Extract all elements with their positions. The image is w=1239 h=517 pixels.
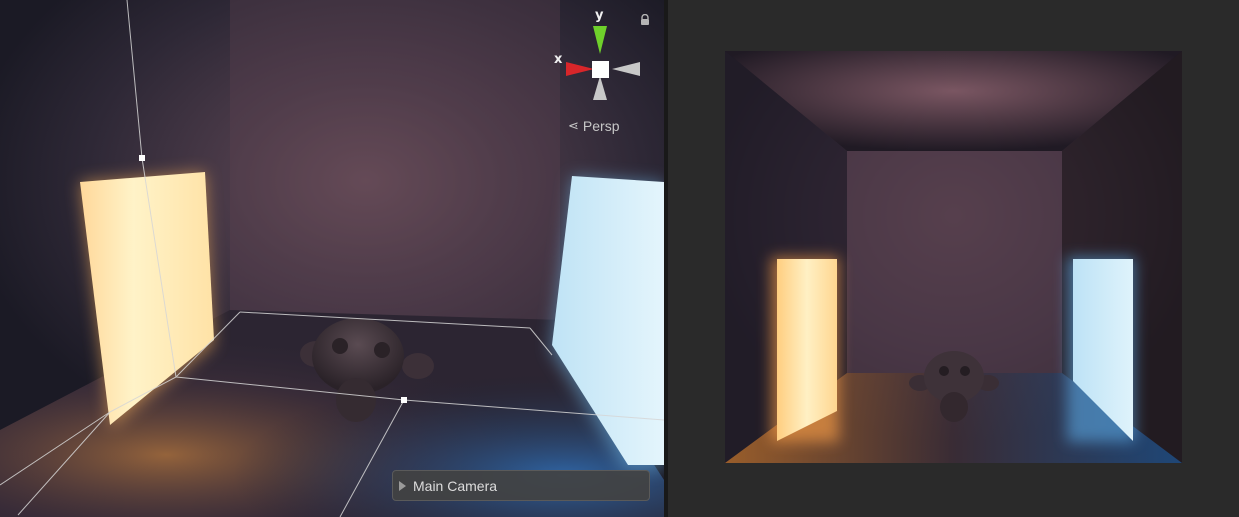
x-axis-label: x: [554, 52, 563, 67]
x-axis-cone[interactable]: [566, 62, 594, 76]
gizmo-center-cube[interactable]: [592, 61, 609, 78]
projection-toggle[interactable]: ⋖ Persp: [568, 117, 619, 135]
camera-preview-overlay[interactable]: Main Camera: [392, 470, 650, 501]
gizmo-handle-top[interactable]: [139, 155, 145, 161]
perspective-icon: ⋖: [568, 118, 579, 134]
game-view[interactable]: [668, 0, 1239, 517]
neg-y-axis-cone[interactable]: [593, 76, 607, 100]
lock-icon[interactable]: [639, 14, 651, 26]
orientation-gizmo[interactable]: y x: [548, 6, 648, 106]
y-axis-label: y: [595, 8, 604, 23]
neg-x-axis-cone[interactable]: [612, 62, 640, 76]
projection-label: Persp: [582, 118, 620, 134]
scene-view[interactable]: y x ⋖ Persp Main Camera: [0, 0, 664, 517]
y-axis-cone[interactable]: [593, 26, 607, 54]
triangle-right-icon[interactable]: [399, 480, 406, 491]
gizmo-handle-bottom[interactable]: [401, 397, 407, 403]
overlay-title: Main Camera: [413, 477, 498, 494]
game-render-image: [725, 51, 1182, 463]
